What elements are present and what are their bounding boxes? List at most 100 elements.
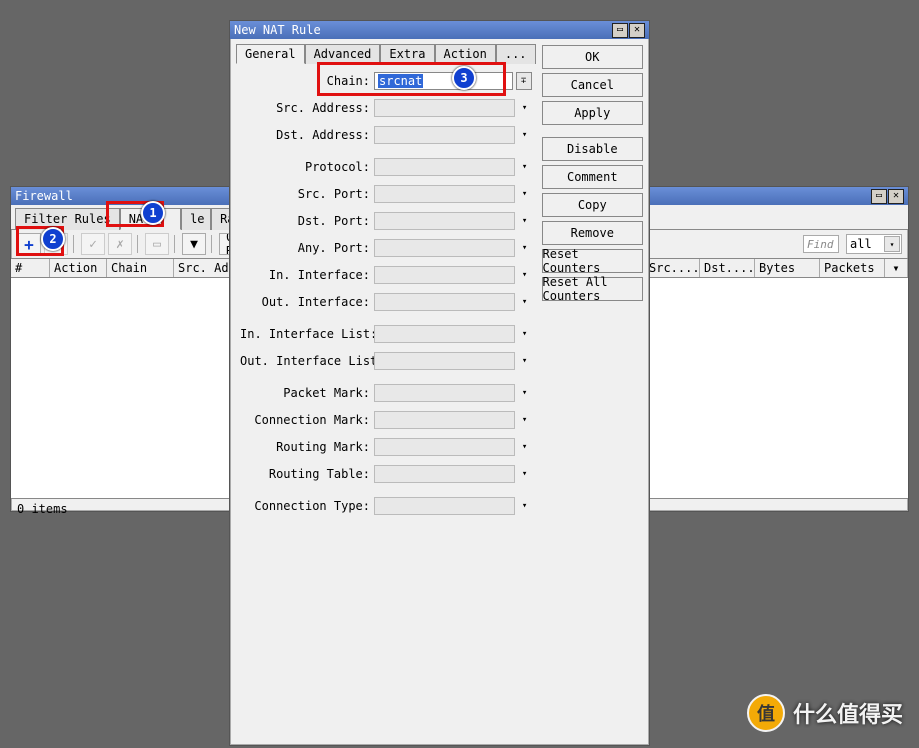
- dst-port-input[interactable]: [374, 212, 515, 230]
- label-in-interface-list: In. Interface List:: [240, 327, 374, 341]
- expand-icon[interactable]: ▾: [518, 385, 532, 401]
- minimize-icon[interactable]: ▭: [612, 23, 628, 38]
- minimize-icon[interactable]: ▭: [871, 189, 887, 204]
- nat-titlebar[interactable]: New NAT Rule ▭ ✕: [230, 21, 649, 39]
- annotation-badge-3: 3: [452, 66, 476, 90]
- expand-icon[interactable]: ▾: [518, 326, 532, 342]
- tab-mangle[interactable]: le: [181, 208, 211, 230]
- connection-mark-input[interactable]: [374, 411, 515, 429]
- in-interface-input[interactable]: [374, 266, 515, 284]
- col-bytes[interactable]: Bytes: [755, 259, 820, 277]
- label-in-interface: In. Interface:: [240, 268, 374, 282]
- expand-icon[interactable]: ▾: [518, 267, 532, 283]
- tab-extra[interactable]: Extra: [380, 44, 434, 64]
- separator: [174, 235, 177, 253]
- any-port-input[interactable]: [374, 239, 515, 257]
- close-icon[interactable]: ✕: [888, 189, 904, 204]
- label-any-port: Any. Port:: [240, 241, 374, 255]
- label-out-interface-list: Out. Interface List:: [240, 354, 374, 368]
- connection-type-input[interactable]: [374, 497, 515, 515]
- comment-button[interactable]: ▭: [145, 233, 169, 255]
- col-chain[interactable]: Chain: [107, 259, 174, 277]
- remove-button[interactable]: Remove: [542, 221, 643, 245]
- separator: [211, 235, 214, 253]
- src-port-input[interactable]: [374, 185, 515, 203]
- expand-icon[interactable]: ▾: [518, 127, 532, 143]
- tab-action[interactable]: Action: [435, 44, 496, 64]
- label-chain: Chain:: [240, 74, 374, 88]
- src-address-input[interactable]: [374, 99, 515, 117]
- annotation-badge-1: 1: [141, 201, 165, 225]
- expand-icon[interactable]: ▾: [518, 213, 532, 229]
- enable-button[interactable]: ✓: [81, 233, 105, 255]
- reset-all-counters-button[interactable]: Reset All Counters: [542, 277, 643, 301]
- label-connection-type: Connection Type:: [240, 499, 374, 513]
- col-src-port[interactable]: Src....: [645, 259, 700, 277]
- chain-input[interactable]: srcnat: [374, 72, 513, 90]
- nat-button-panel: OK Cancel Apply Disable Comment Copy Rem…: [542, 43, 643, 528]
- routing-table-input[interactable]: [374, 465, 515, 483]
- out-interface-list-input[interactable]: [374, 352, 515, 370]
- chevron-down-icon[interactable]: ▾: [884, 236, 900, 252]
- expand-icon[interactable]: ▾: [518, 186, 532, 202]
- nat-tabs: General Advanced Extra Action ...: [236, 43, 536, 64]
- expand-icon[interactable]: ▾: [518, 240, 532, 256]
- label-routing-mark: Routing Mark:: [240, 440, 374, 454]
- nat-title: New NAT Rule: [234, 23, 321, 37]
- expand-icon[interactable]: ▾: [518, 412, 532, 428]
- filter-icon[interactable]: ▼: [182, 233, 206, 255]
- comment-button[interactable]: Comment: [542, 165, 643, 189]
- tab-more[interactable]: ...: [496, 44, 536, 64]
- expand-icon[interactable]: ▾: [518, 498, 532, 514]
- find-input[interactable]: Find: [803, 235, 839, 253]
- watermark-icon: 值: [747, 694, 785, 732]
- close-icon[interactable]: ✕: [629, 23, 645, 38]
- expand-icon[interactable]: ▾: [518, 100, 532, 116]
- label-dst-port: Dst. Port:: [240, 214, 374, 228]
- packet-mark-input[interactable]: [374, 384, 515, 402]
- label-src-address: Src. Address:: [240, 101, 374, 115]
- col-dst-port[interactable]: Dst....: [700, 259, 755, 277]
- watermark-text: 什么值得买: [793, 697, 903, 729]
- label-src-port: Src. Port:: [240, 187, 374, 201]
- ok-button[interactable]: OK: [542, 45, 643, 69]
- disable-button[interactable]: Disable: [542, 137, 643, 161]
- firewall-title: Firewall: [15, 189, 73, 203]
- reset-counters-button[interactable]: Reset Counters: [542, 249, 643, 273]
- routing-mark-input[interactable]: [374, 438, 515, 456]
- separator: [137, 235, 140, 253]
- nat-rule-dialog: New NAT Rule ▭ ✕ General Advanced Extra …: [229, 20, 650, 746]
- watermark: 值 什么值得买: [747, 694, 903, 732]
- annotation-badge-2: 2: [41, 227, 65, 251]
- col-packets[interactable]: Packets: [820, 259, 885, 277]
- apply-button[interactable]: Apply: [542, 101, 643, 125]
- chain-dropdown-icon[interactable]: ∓: [516, 72, 532, 90]
- disable-button[interactable]: ✗: [108, 233, 132, 255]
- expand-icon[interactable]: ▾: [518, 466, 532, 482]
- expand-icon[interactable]: ▾: [518, 353, 532, 369]
- tab-filter-rules[interactable]: Filter Rules: [15, 208, 120, 230]
- in-interface-list-input[interactable]: [374, 325, 515, 343]
- expand-icon[interactable]: ▾: [518, 159, 532, 175]
- label-dst-address: Dst. Address:: [240, 128, 374, 142]
- col-num[interactable]: #: [11, 259, 50, 277]
- tab-general[interactable]: General: [236, 44, 305, 64]
- tab-advanced[interactable]: Advanced: [305, 44, 381, 64]
- expand-icon[interactable]: ▾: [518, 294, 532, 310]
- add-button[interactable]: +: [17, 233, 41, 255]
- label-connection-mark: Connection Mark:: [240, 413, 374, 427]
- label-protocol: Protocol:: [240, 160, 374, 174]
- out-interface-input[interactable]: [374, 293, 515, 311]
- cancel-button[interactable]: Cancel: [542, 73, 643, 97]
- col-menu-icon[interactable]: ▾: [885, 259, 908, 277]
- protocol-input[interactable]: [374, 158, 515, 176]
- filter-combo[interactable]: all ▾: [846, 234, 902, 254]
- label-out-interface: Out. Interface:: [240, 295, 374, 309]
- dst-address-input[interactable]: [374, 126, 515, 144]
- nat-form-panel: General Advanced Extra Action ... Chain:…: [236, 43, 536, 528]
- copy-button[interactable]: Copy: [542, 193, 643, 217]
- expand-icon[interactable]: ▾: [518, 439, 532, 455]
- col-action[interactable]: Action: [50, 259, 107, 277]
- label-packet-mark: Packet Mark:: [240, 386, 374, 400]
- label-routing-table: Routing Table:: [240, 467, 374, 481]
